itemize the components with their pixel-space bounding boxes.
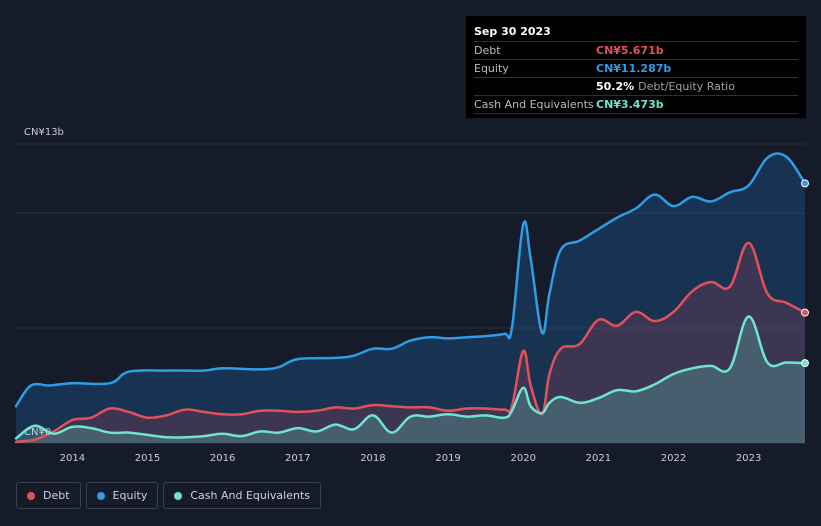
legend-item-cash[interactable]: Cash And Equivalents [163,482,321,509]
debt-dot-icon [27,491,35,500]
x-tick-label: 2023 [736,453,761,464]
tooltip-debt-value: CN¥5.671b [596,44,664,57]
y-axis-top-label: CN¥13b [24,127,64,138]
tooltip-ratio-label: Debt/Equity Ratio [638,80,735,93]
x-tick-label: 2020 [510,453,535,464]
x-tick-label: 2022 [661,453,686,464]
tooltip-row-equity: Equity CN¥11.287b [474,59,798,77]
x-tick-label: 2015 [135,453,160,464]
legend-item-equity[interactable]: Equity [85,482,159,509]
x-tick-label: 2014 [60,453,85,464]
tooltip-row-ratio: 50.2% Debt/Equity Ratio [474,77,798,95]
x-tick-label: 2017 [285,453,310,464]
legend-cash-label: Cash And Equivalents [190,489,310,502]
equity-endpoint [801,179,809,188]
cash-dot-icon [174,491,183,500]
cash-and-equivalents-endpoint [801,359,809,368]
tooltip-debt-label: Debt [474,44,501,57]
tooltip-equity-value: CN¥11.287b [596,62,672,75]
chart-legend: Debt Equity Cash And Equivalents [16,482,326,511]
x-tick-label: 2021 [586,453,611,464]
legend-equity-label: Equity [112,489,148,502]
tooltip-cash-value: CN¥3.473b [596,98,664,111]
tooltip-cash-label: Cash And Equivalents [474,98,594,111]
equity-dot-icon [96,491,105,500]
tooltip-row-cash: Cash And Equivalents CN¥3.473b [474,95,798,114]
legend-item-debt[interactable]: Debt [16,482,81,509]
tooltip-equity-label: Equity [474,62,509,75]
x-tick-label: 2019 [435,453,460,464]
legend-debt-label: Debt [43,489,70,502]
y-axis-bottom-label: CN¥0 [24,427,51,438]
data-tooltip: Sep 30 2023 Debt CN¥5.671b Equity CN¥11.… [466,16,806,118]
tooltip-ratio-value: 50.2% [596,80,635,93]
x-tick-label: 2016 [210,453,235,464]
debt-endpoint [801,308,809,317]
tooltip-row-debt: Debt CN¥5.671b [474,41,798,59]
x-tick-label: 2018 [360,453,385,464]
tooltip-date: Sep 30 2023 [474,25,551,38]
